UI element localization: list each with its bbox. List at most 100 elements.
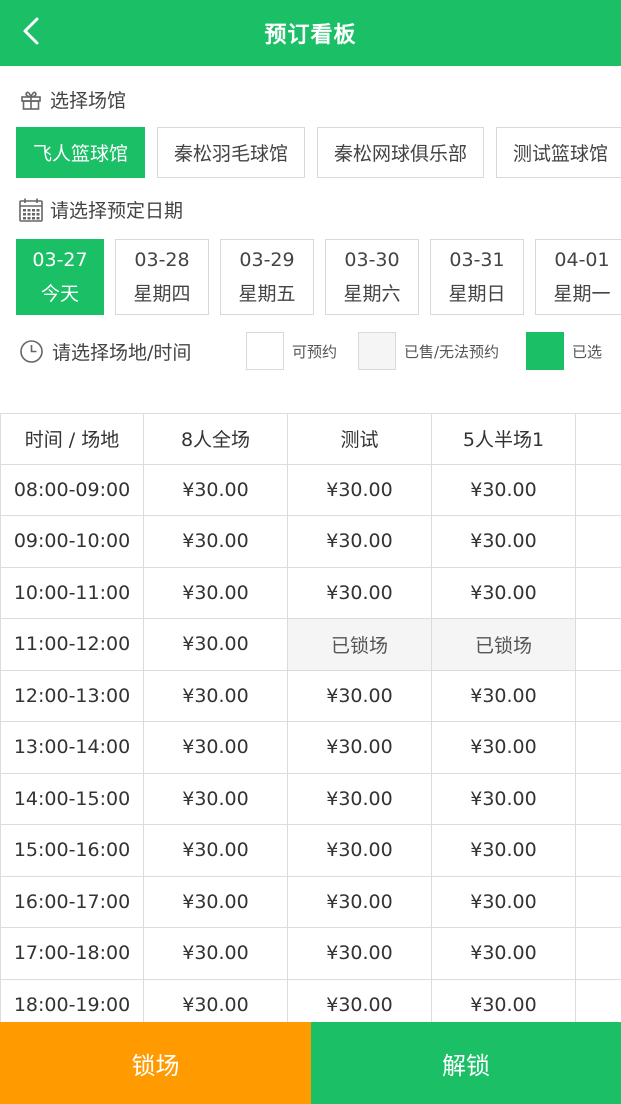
time-slot-cell: 11:00-12:00 (0, 619, 144, 671)
date-value: 03-29 (239, 249, 295, 271)
price-slot-cell[interactable]: ¥30.00 (432, 876, 576, 928)
date-weekday: 今天 (40, 283, 79, 305)
legend-selected: 已选 (526, 332, 602, 370)
legend-swatch (358, 332, 396, 370)
price-slot-cell[interactable]: ¥ (576, 722, 621, 774)
gift-icon (18, 87, 44, 113)
price-slot-cell[interactable]: ¥30.00 (288, 825, 432, 877)
legend-label: 已选 (572, 342, 603, 361)
price-slot-cell[interactable]: ¥30.00 (144, 876, 288, 928)
price-slot-cell[interactable]: ¥30.00 (288, 876, 432, 928)
price-slot-cell[interactable]: ¥30.00 (144, 722, 288, 774)
legend-swatch (246, 332, 284, 370)
date-tab[interactable]: 03-27 今天 (16, 239, 104, 315)
venue-tab[interactable]: 测试篮球馆 (496, 127, 621, 178)
price-slot-cell[interactable]: ¥30.00 (144, 928, 288, 980)
price-slot-cell[interactable]: ¥30.00 (144, 979, 288, 1022)
date-list: 03-27 今天 03-28 星期四 03-29 星期五 03-30 星期六 0… (16, 239, 621, 315)
price-slot-cell[interactable]: ¥30.00 (432, 773, 576, 825)
back-button[interactable] (14, 12, 48, 50)
price-slot-cell[interactable]: ¥30.00 (288, 979, 432, 1022)
price-slot-cell[interactable]: ¥30.00 (288, 928, 432, 980)
price-slot-cell[interactable]: ¥30.00 (432, 928, 576, 980)
price-slot-cell[interactable]: ¥30.00 (144, 567, 288, 619)
price-slot-cell[interactable]: ¥ (576, 464, 621, 516)
date-weekday: 星期日 (448, 283, 506, 305)
table-row: 11:00-12:00¥30.00已锁场已锁场¥ (0, 619, 621, 671)
table-row: 16:00-17:00¥30.00¥30.00¥30.00¥ (0, 876, 621, 928)
time-slot-cell: 16:00-17:00 (0, 876, 144, 928)
table-row: 10:00-11:00¥30.00¥30.00¥30.00¥ (0, 567, 621, 619)
date-value: 03-28 (134, 249, 190, 271)
date-tab[interactable]: 03-30 星期六 (325, 239, 419, 315)
date-value: 04-01 (554, 249, 610, 271)
slot-legend-row: 请选择场地/时间 可预约 已售/无法预约 已选 (18, 332, 621, 370)
price-slot-cell[interactable]: ¥ (576, 825, 621, 877)
price-slot-cell[interactable]: ¥30.00 (288, 567, 432, 619)
header-cell-court: 8人全场 (144, 413, 288, 465)
date-tab[interactable]: 03-28 星期四 (115, 239, 209, 315)
price-slot-cell[interactable]: ¥30.00 (288, 516, 432, 568)
price-slot-cell[interactable]: ¥30.00 (144, 516, 288, 568)
table-row: 14:00-15:00¥30.00¥30.00¥30.00¥ (0, 773, 621, 825)
price-slot-cell[interactable]: ¥30.00 (432, 722, 576, 774)
price-slot-cell[interactable]: ¥30.00 (144, 670, 288, 722)
venue-tab[interactable]: 秦松羽毛球馆 (157, 127, 306, 178)
header-cell-time: 时间 / 场地 (0, 413, 144, 465)
unlock-court-button[interactable]: 解锁 (311, 1022, 621, 1104)
table-body: 08:00-09:00¥30.00¥30.00¥30.00¥09:00-10:0… (0, 464, 621, 1022)
price-slot-cell[interactable]: ¥30.00 (432, 464, 576, 516)
venue-tab[interactable]: 秦松网球俱乐部 (317, 127, 485, 178)
price-slot-cell[interactable]: ¥30.00 (288, 670, 432, 722)
time-slot-cell: 09:00-10:00 (0, 516, 144, 568)
date-weekday: 星期一 (553, 283, 611, 305)
date-value: 03-27 (32, 249, 88, 271)
price-slot-cell[interactable]: ¥30.00 (288, 773, 432, 825)
price-slot-cell[interactable]: ¥30.00 (144, 825, 288, 877)
venue-section-label: 选择场馆 (18, 86, 126, 113)
booking-table: 时间 / 场地 8人全场 测试 5人半场1 08:00-09:00 ¥30.00 ¥… (0, 413, 621, 1022)
price-slot-cell[interactable]: ¥30.00 (432, 979, 576, 1022)
time-slot-cell: 18:00-19:00 (0, 979, 144, 1022)
lock-court-button[interactable]: 锁场 (0, 1022, 311, 1104)
legend-label: 可预约 (292, 342, 338, 361)
price-slot-cell[interactable]: ¥30.00 (288, 722, 432, 774)
locked-slot-cell: 已锁场 (432, 619, 576, 671)
table-row: 18:00-19:00¥30.00¥30.00¥30.00¥ (0, 979, 621, 1022)
price-slot-cell[interactable]: ¥ (576, 979, 621, 1022)
header-cell-court (576, 413, 621, 465)
price-slot-cell[interactable]: ¥ (576, 567, 621, 619)
time-slot-cell: 15:00-16:00 (0, 825, 144, 877)
price-slot-cell[interactable]: ¥ (576, 876, 621, 928)
time-slot-cell: 10:00-11:00 (0, 567, 144, 619)
venue-tab[interactable]: 飞人篮球馆 (16, 127, 146, 178)
price-slot-cell[interactable]: ¥30.00 (432, 516, 576, 568)
venue-list: 飞人篮球馆 秦松羽毛球馆 秦松网球俱乐部 测试篮球馆 (16, 127, 621, 178)
slot-section-label: 请选择场地/时间 (18, 338, 191, 365)
price-slot-cell[interactable]: ¥30.00 (432, 567, 576, 619)
venue-section-text: 选择场馆 (50, 90, 127, 112)
price-slot-cell[interactable]: ¥30.00 (144, 773, 288, 825)
price-slot-cell[interactable]: ¥ (576, 670, 621, 722)
table-row: 17:00-18:00¥30.00¥30.00¥30.00¥ (0, 928, 621, 980)
price-slot-cell[interactable]: ¥30.00 (432, 825, 576, 877)
header-cell-court: 测试 (288, 413, 432, 465)
price-slot-cell[interactable]: ¥ (576, 928, 621, 980)
price-slot-cell[interactable]: ¥30.00 (144, 464, 288, 516)
price-slot-cell[interactable]: ¥30.00 (144, 619, 288, 671)
date-tab[interactable]: 03-31 星期日 (430, 239, 524, 315)
price-slot-cell[interactable]: ¥ (576, 619, 621, 671)
price-slot-cell[interactable]: ¥30.00 (432, 670, 576, 722)
table-row: 08:00-09:00¥30.00¥30.00¥30.00¥ (0, 464, 621, 516)
date-tab[interactable]: 03-29 星期五 (220, 239, 314, 315)
page-title: 预订看板 (264, 23, 357, 48)
action-bar: 锁场 解锁 (0, 1022, 621, 1104)
date-weekday: 星期六 (343, 283, 401, 305)
price-slot-cell[interactable]: ¥ (576, 516, 621, 568)
price-slot-cell[interactable]: ¥30.00 (288, 464, 432, 516)
date-tab[interactable]: 04-01 星期一 (535, 239, 621, 315)
date-weekday: 星期四 (133, 283, 191, 305)
price-slot-cell[interactable]: ¥ (576, 773, 621, 825)
time-slot-cell: 12:00-13:00 (0, 670, 144, 722)
legend-available: 可预约 (246, 332, 337, 370)
